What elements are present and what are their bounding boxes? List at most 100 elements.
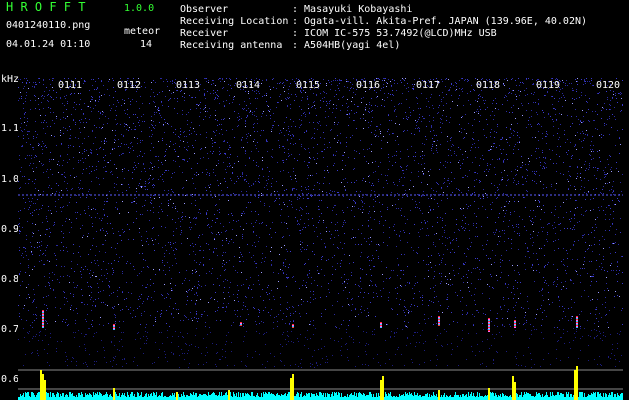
meteor-echo-mark xyxy=(42,317,44,318)
meteor-echo-mark xyxy=(42,314,44,315)
antenna-label: Receiving antenna xyxy=(180,40,283,51)
meteor-echo-mark xyxy=(488,319,490,320)
meteor-echo-mark xyxy=(576,324,578,325)
time-tick-label: 0117 xyxy=(416,80,441,91)
meteor-echo-mark xyxy=(514,322,516,323)
meteor-echo-mark xyxy=(380,322,382,323)
meteor-echo-mark xyxy=(514,326,516,327)
signal-peak xyxy=(290,378,292,400)
meteor-echo-mark xyxy=(240,322,242,323)
meteor-echo-mark xyxy=(488,326,490,327)
meteor-echo-mark xyxy=(576,316,578,317)
time-tick-label: 0116 xyxy=(356,80,381,91)
meteor-echo-mark xyxy=(576,318,578,319)
signal-peak xyxy=(514,382,516,400)
time-tick-label: 0118 xyxy=(476,80,501,91)
spectrogram-canvas xyxy=(18,78,623,400)
meteor-echo-mark xyxy=(292,326,294,327)
meteor-echo-mark xyxy=(438,321,440,322)
y-tick-label: 0.9 xyxy=(1,224,20,235)
meteor-echo-mark xyxy=(514,323,516,324)
meteor-echo-mark xyxy=(42,320,44,321)
meteor-echo-mark xyxy=(113,324,115,325)
time-tick-label: 0120 xyxy=(596,80,621,91)
receiver-value: : ICOM IC-575 53.7492(@LCD)MHz USB xyxy=(292,28,497,39)
meteor-echo-mark xyxy=(292,324,294,325)
meteor-echo-mark xyxy=(576,322,578,323)
meteor-echo-mark xyxy=(113,329,115,330)
hrofft-window: H R O F F T 1.0.0 0401240110.png meteor … xyxy=(0,0,629,400)
time-tick-label: 0115 xyxy=(296,80,321,91)
spectrogram-background xyxy=(18,78,623,400)
meteor-echo-mark xyxy=(42,321,44,322)
meteor-echo-mark xyxy=(42,319,44,320)
meteor-echo-mark xyxy=(42,327,44,328)
signal-peak xyxy=(380,380,382,400)
meteor-echo-mark xyxy=(42,313,44,314)
meteor-echo-mark xyxy=(488,325,490,326)
time-tick-label: 0113 xyxy=(176,80,201,91)
meteor-echo-mark xyxy=(514,325,516,326)
meteor-echo-mark xyxy=(576,317,578,318)
meteor-echo-mark xyxy=(438,323,440,324)
location-value: : Ogata-vill. Akita-Pref. JAPAN (139.96E… xyxy=(292,16,588,27)
meteor-echo-mark xyxy=(438,322,440,323)
y-tick-label: 1.0 xyxy=(1,174,20,185)
meteor-echo-mark xyxy=(488,328,490,329)
meteor-echo-mark xyxy=(488,330,490,331)
y-tick-label: 0.6 xyxy=(1,374,20,385)
signal-peak xyxy=(488,388,490,400)
meteor-echo-mark xyxy=(42,312,44,313)
meteor-echo-mark xyxy=(576,327,578,328)
y-tick-label: 0.8 xyxy=(1,274,20,285)
signal-peak xyxy=(176,392,178,400)
meteor-echo-mark xyxy=(380,324,382,325)
signal-peak xyxy=(44,380,46,400)
meteor-echo-mark xyxy=(380,326,382,327)
y-unit-label: kHz xyxy=(1,74,20,85)
time-tick-label: 0114 xyxy=(236,80,261,91)
meteor-echo-mark xyxy=(42,324,44,325)
meteor-echo-mark xyxy=(514,327,516,328)
meteor-echo-mark xyxy=(488,321,490,322)
signal-peak xyxy=(438,390,440,400)
receiver-label: Receiver xyxy=(180,28,229,39)
meteor-echo-mark xyxy=(438,320,440,321)
meteor-echo-mark xyxy=(488,318,490,319)
meteor-echo-mark xyxy=(42,323,44,324)
meteor-echo-mark xyxy=(380,327,382,328)
meteor-echo-mark xyxy=(42,326,44,327)
meteor-echo-mark xyxy=(488,327,490,328)
meteor-echo-mark xyxy=(42,318,44,319)
meteor-echo-mark xyxy=(240,325,242,326)
signal-peak xyxy=(512,376,514,400)
meteor-echo-mark xyxy=(576,319,578,320)
meteor-echo-mark xyxy=(42,322,44,323)
meteor-echo-mark xyxy=(113,328,115,329)
meteor-echo-mark xyxy=(113,327,115,328)
meteor-echo-mark xyxy=(438,318,440,319)
observer-value: : Masayuki Kobayashi xyxy=(292,4,413,15)
meteor-echo-mark xyxy=(42,325,44,326)
meteor-echo-mark xyxy=(576,326,578,327)
meteor-echo-mark xyxy=(576,323,578,324)
meteor-count: 14 xyxy=(140,39,153,50)
meteor-label: meteor xyxy=(124,26,161,37)
meteor-echo-mark xyxy=(488,320,490,321)
meteor-echo-mark xyxy=(514,324,516,325)
meteor-echo-mark xyxy=(488,329,490,330)
signal-peak xyxy=(113,388,115,400)
antenna-value: : A504HB(yagi 4el) xyxy=(292,40,401,51)
meteor-echo-mark xyxy=(488,331,490,332)
meteor-echo-mark xyxy=(113,326,115,327)
meteor-echo-mark xyxy=(576,325,578,326)
y-tick-label: 0.7 xyxy=(1,324,20,335)
signal-peak xyxy=(42,374,44,400)
meteor-echo-mark xyxy=(488,322,490,323)
meteor-echo-mark xyxy=(42,315,44,316)
meteor-echo-mark xyxy=(42,310,44,311)
observation-datetime: 04.01.24 01:10 xyxy=(6,39,91,50)
app-version: 1.0.0 xyxy=(124,3,155,14)
signal-peak xyxy=(292,374,294,400)
app-title: H R O F F T xyxy=(6,0,86,14)
